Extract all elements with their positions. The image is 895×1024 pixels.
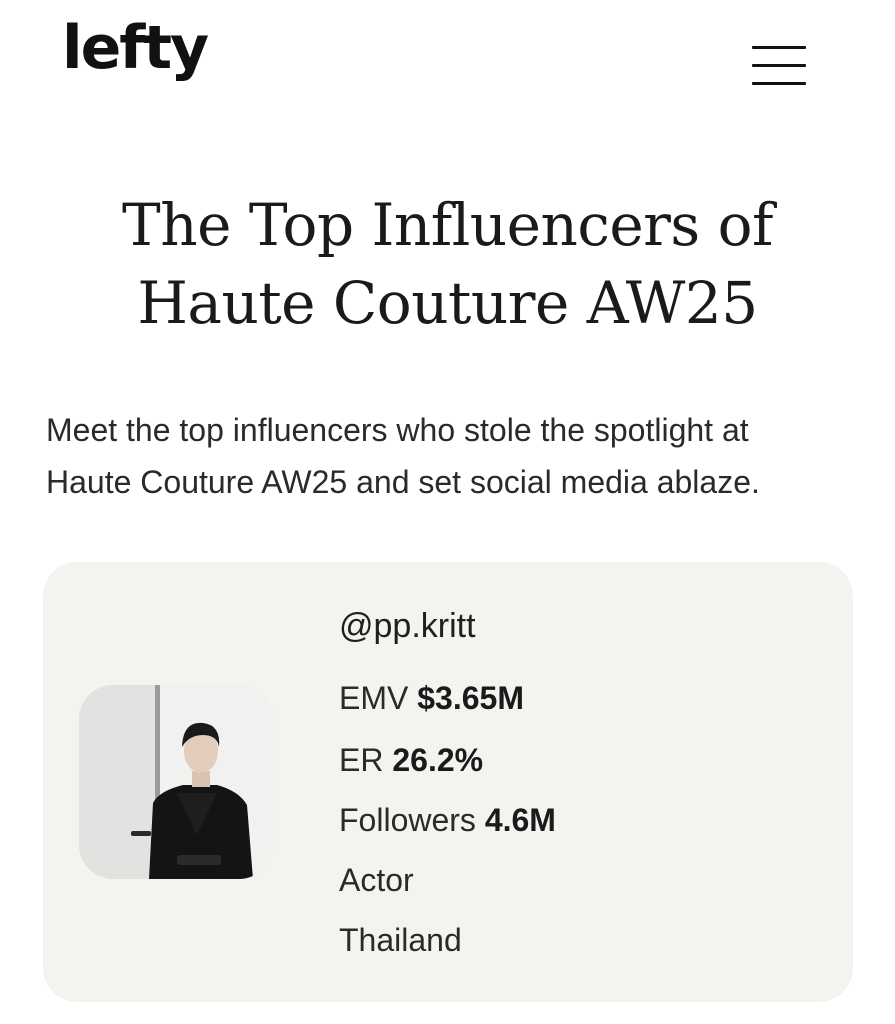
- er-stat: ER 26.2%: [339, 740, 483, 780]
- intro-line-2: Haute Couture AW25 and set social media …: [46, 464, 760, 500]
- emv-value: $3.65M: [417, 680, 524, 716]
- emv-stat: EMV $3.65M: [339, 678, 524, 718]
- followers-label: Followers: [339, 802, 476, 838]
- lefty-logo[interactable]: lefty: [62, 18, 209, 78]
- page-title-line-2: Haute Couture AW25: [137, 269, 758, 337]
- page-title: The Top Influencers of Haute Couture AW2…: [40, 186, 855, 342]
- followers-value: 4.6M: [484, 802, 556, 838]
- followers-stat: Followers 4.6M: [339, 800, 556, 840]
- menu-line: [752, 46, 806, 49]
- page-title-line-1: The Top Influencers of: [122, 191, 773, 259]
- influencer-avatar[interactable]: [79, 685, 273, 879]
- intro-text: Meet the top influencers who stole the s…: [46, 404, 866, 508]
- hamburger-menu-icon[interactable]: [752, 44, 806, 88]
- er-value: 26.2%: [392, 742, 484, 778]
- er-label: ER: [339, 742, 384, 778]
- influencer-country: Thailand: [339, 922, 462, 958]
- influencer-card[interactable]: @pp.kritt EMV $3.65M ER 26.2% Followers …: [43, 562, 853, 1002]
- emv-label: EMV: [339, 680, 409, 716]
- avatar-photo-image: [79, 685, 273, 879]
- menu-line: [752, 82, 806, 85]
- site-header: lefty: [0, 0, 895, 120]
- intro-line-1: Meet the top influencers who stole the s…: [46, 412, 749, 448]
- influencer-occupation: Actor: [339, 862, 414, 898]
- menu-line: [752, 64, 806, 67]
- influencer-handle[interactable]: @pp.kritt: [339, 606, 476, 646]
